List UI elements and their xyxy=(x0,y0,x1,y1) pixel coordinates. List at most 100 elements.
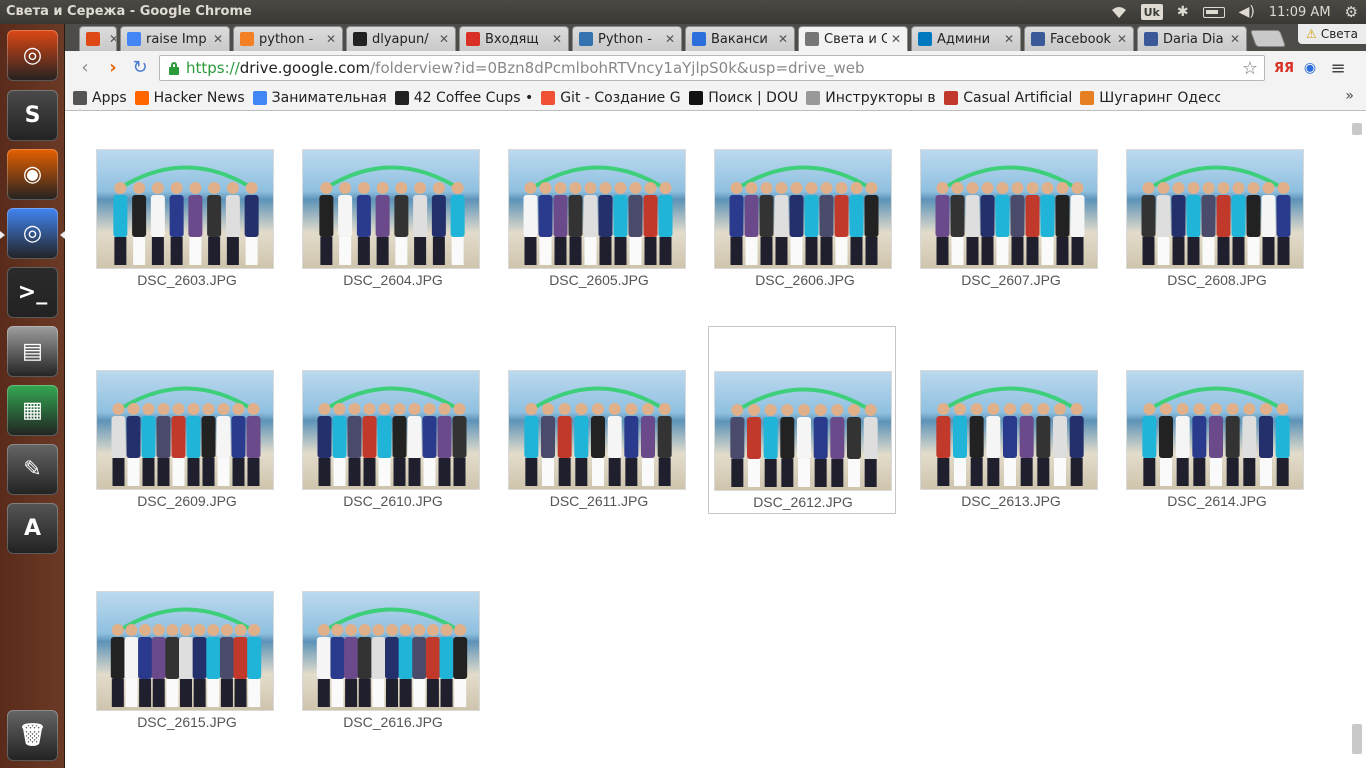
photo-thumbnail[interactable] xyxy=(920,149,1098,269)
file-name[interactable]: DSC_2610.JPG xyxy=(302,493,484,509)
bookmark-9[interactable]: Шугаринг Одесс xyxy=(1080,90,1220,106)
photo-thumbnail[interactable] xyxy=(714,149,892,269)
file-item[interactable]: DSC_2608.JPG xyxy=(1126,149,1306,289)
file-name[interactable]: DSC_2612.JPG xyxy=(712,494,894,510)
ghostery-extension-icon[interactable]: ◉ xyxy=(1299,57,1321,79)
clock[interactable]: 11:09 AM xyxy=(1269,5,1331,20)
firefox-icon[interactable]: ◉ xyxy=(7,149,58,200)
tab-close-icon[interactable]: ✕ xyxy=(665,32,675,46)
photo-thumbnail[interactable] xyxy=(302,591,480,711)
tab-close-icon[interactable]: ✕ xyxy=(891,32,901,46)
scrollbar[interactable] xyxy=(1352,111,1364,768)
ubuntu-dash-icon[interactable]: ◎ xyxy=(7,30,58,81)
bookmark-4[interactable]: 42 Coffee Cups • xyxy=(394,90,533,106)
file-item[interactable]: DSC_2610.JPG xyxy=(302,370,482,510)
tab-close-icon[interactable]: ✕ xyxy=(439,32,449,46)
bookmark-5[interactable]: Git - Создание Gi xyxy=(541,90,681,106)
photo-thumbnail[interactable] xyxy=(920,370,1098,490)
bookmark-1[interactable]: Apps xyxy=(73,90,127,106)
browser-tab-3[interactable]: python - ✕ xyxy=(233,26,343,51)
gear-icon[interactable]: ⚙ xyxy=(1345,3,1358,21)
browser-tab-1[interactable]: ✕ xyxy=(79,26,117,51)
file-item[interactable]: DSC_2611.JPG xyxy=(508,370,688,510)
photo-thumbnail[interactable] xyxy=(1126,370,1304,490)
tab-close-icon[interactable]: ✕ xyxy=(1230,32,1240,46)
file-item[interactable]: DSC_2613.JPG xyxy=(920,370,1100,510)
file-name[interactable]: DSC_2615.JPG xyxy=(96,714,278,730)
file-item[interactable]: DSC_2606.JPG xyxy=(714,149,894,289)
profile-button[interactable]: ⚠ Света xyxy=(1298,24,1366,44)
file-item[interactable]: DSC_2614.JPG xyxy=(1126,370,1306,510)
scrollbar-thumb[interactable] xyxy=(1352,724,1362,754)
bookmark-8[interactable]: Casual Artificial xyxy=(944,90,1072,106)
file-name[interactable]: DSC_2609.JPG xyxy=(96,493,278,509)
forward-button[interactable]: › xyxy=(101,57,125,79)
bookmarks-overflow-icon[interactable]: » xyxy=(1345,88,1354,104)
browser-tab-9[interactable]: Админи ✕ xyxy=(911,26,1021,51)
sublime-text-icon[interactable]: S xyxy=(7,90,58,141)
browser-tab-7[interactable]: Ваканси ✕ xyxy=(685,26,795,51)
tab-close-icon[interactable]: ✕ xyxy=(109,32,116,46)
terminal-icon[interactable]: >_ xyxy=(7,267,58,318)
spreadsheet-icon[interactable]: ▦ xyxy=(7,385,58,436)
battery-icon[interactable] xyxy=(1202,6,1225,18)
wifi-icon[interactable] xyxy=(1111,5,1127,19)
file-name[interactable]: DSC_2611.JPG xyxy=(508,493,690,509)
trash-icon[interactable]: 🗑 xyxy=(7,710,58,761)
bluetooth-icon[interactable]: ✱ xyxy=(1177,4,1189,20)
tab-close-icon[interactable]: ✕ xyxy=(778,32,788,46)
browser-tab-2[interactable]: raise Imp ✕ xyxy=(120,26,230,51)
back-button[interactable]: ‹ xyxy=(73,57,97,79)
file-name[interactable]: DSC_2606.JPG xyxy=(714,272,896,288)
file-item[interactable]: DSC_2615.JPG xyxy=(96,591,276,731)
photo-thumbnail[interactable] xyxy=(302,370,480,490)
photo-thumbnail[interactable] xyxy=(96,149,274,269)
browser-tab-6[interactable]: Python - ✕ xyxy=(572,26,682,51)
new-tab-button[interactable] xyxy=(1249,30,1287,47)
file-name[interactable]: DSC_2614.JPG xyxy=(1126,493,1308,509)
bookmark-6[interactable]: Поиск | DOU xyxy=(689,90,798,106)
chrome-icon[interactable]: ◎ xyxy=(7,208,58,259)
photo-thumbnail[interactable] xyxy=(1126,149,1304,269)
file-name[interactable]: DSC_2613.JPG xyxy=(920,493,1102,509)
software-updater-icon[interactable]: A xyxy=(7,503,58,554)
photo-thumbnail[interactable] xyxy=(96,591,274,711)
photo-thumbnail[interactable] xyxy=(96,370,274,490)
file-manager-icon[interactable]: ▤ xyxy=(7,326,58,377)
tab-close-icon[interactable]: ✕ xyxy=(552,32,562,46)
photo-thumbnail[interactable] xyxy=(508,149,686,269)
bookmark-star-icon[interactable]: ☆ xyxy=(1242,58,1258,79)
file-name[interactable]: DSC_2603.JPG xyxy=(96,272,278,288)
scrollbar-arrow-up[interactable] xyxy=(1352,123,1362,135)
volume-icon[interactable]: ◀) xyxy=(1239,4,1255,20)
tab-close-icon[interactable]: ✕ xyxy=(1117,32,1127,46)
file-item[interactable]: DSC_2609.JPG xyxy=(96,370,276,510)
file-item[interactable]: DSC_2604.JPG xyxy=(302,149,482,289)
tab-close-icon[interactable]: ✕ xyxy=(1004,32,1014,46)
file-item[interactable]: DSC_2605.JPG xyxy=(508,149,688,289)
yandex-extension-icon[interactable]: ЯЯ xyxy=(1273,57,1295,79)
file-name[interactable]: DSC_2605.JPG xyxy=(508,272,690,288)
address-bar[interactable]: https:// drive.google.com /folderview?id… xyxy=(159,55,1265,81)
photo-thumbnail[interactable] xyxy=(302,149,480,269)
tab-close-icon[interactable]: ✕ xyxy=(326,32,336,46)
file-name[interactable]: DSC_2608.JPG xyxy=(1126,272,1308,288)
system-settings-icon[interactable]: ✎ xyxy=(7,444,58,495)
keyboard-layout-indicator[interactable]: Uk xyxy=(1140,4,1163,20)
browser-tab-4[interactable]: dlyapun/ ✕ xyxy=(346,26,456,51)
file-item[interactable]: DSC_2612.JPG xyxy=(708,326,896,514)
bookmark-3[interactable]: Занимательная xyxy=(252,90,387,106)
browser-tab-5[interactable]: Входящ ✕ xyxy=(459,26,569,51)
browser-tab-10[interactable]: Facebook ✕ xyxy=(1024,26,1134,51)
browser-tab-11[interactable]: Daria Dia ✕ xyxy=(1137,26,1247,51)
photo-thumbnail[interactable] xyxy=(508,370,686,490)
file-name[interactable]: DSC_2604.JPG xyxy=(302,272,484,288)
tab-close-icon[interactable]: ✕ xyxy=(213,32,223,46)
bookmark-2[interactable]: Hacker News xyxy=(134,90,245,106)
bookmark-7[interactable]: Инструкторы во xyxy=(806,90,936,106)
reload-button[interactable]: ↻ xyxy=(128,57,152,79)
file-name[interactable]: DSC_2616.JPG xyxy=(302,714,484,730)
file-item[interactable]: DSC_2607.JPG xyxy=(920,149,1100,289)
browser-tab-8[interactable]: Света и С ✕ xyxy=(798,26,908,51)
file-name[interactable]: DSC_2607.JPG xyxy=(920,272,1102,288)
